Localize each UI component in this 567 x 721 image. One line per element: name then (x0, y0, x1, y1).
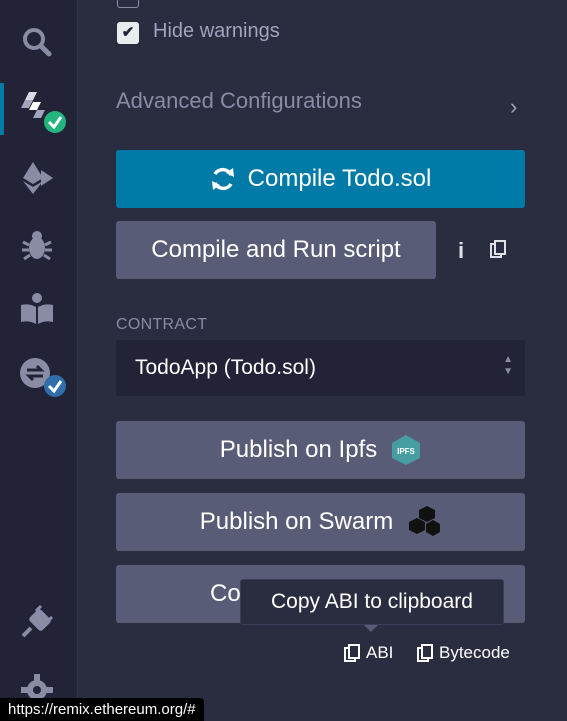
tooltip-arrow (364, 625, 378, 632)
checkbox-partial[interactable] (117, 0, 139, 8)
compilation-details-label: Co (210, 580, 241, 607)
publish-ipfs-button[interactable]: Publish on Ipfs IPFS (116, 421, 525, 479)
compile-button-label: Compile Todo.sol (247, 165, 432, 192)
compile-button[interactable]: Compile Todo.sol (116, 150, 525, 208)
contract-section-label: CONTRACT (116, 316, 208, 333)
copy-abi-tooltip: Copy ABI to clipboard (240, 579, 504, 625)
hide-warnings-label: Hide warnings (153, 20, 280, 42)
tooltip-text: Copy ABI to clipboard (271, 590, 473, 613)
solidity-compiler-icon[interactable] (19, 90, 66, 133)
select-arrows-icon: ▲ ▼ (503, 354, 513, 377)
status-bar-url: https://remix.ethereum.org/# (0, 698, 204, 721)
swarm-logo-icon (407, 505, 441, 539)
contract-select-value: TodoApp (Todo.sol) (135, 356, 316, 379)
compile-and-run-label: Compile and Run script (151, 236, 401, 263)
copy-bytecode-link[interactable]: Bytecode (417, 643, 510, 663)
learneth-book-icon[interactable] (19, 292, 55, 328)
ipfs-logo-icon: IPFS (391, 434, 421, 466)
debugger-icon[interactable] (19, 228, 55, 264)
copy-abi-link[interactable]: ABI (344, 643, 393, 663)
active-indicator (0, 83, 4, 135)
compile-and-run-button[interactable]: Compile and Run script (116, 221, 436, 279)
refresh-icon (210, 166, 236, 192)
publish-swarm-button[interactable]: Publish on Swarm (116, 493, 525, 551)
publish-swarm-label: Publish on Swarm (199, 508, 394, 535)
svg-text:IPFS: IPFS (397, 447, 415, 456)
copy-icon[interactable] (490, 240, 506, 263)
search-icon[interactable] (19, 24, 55, 60)
copy-icon (417, 644, 433, 662)
remixd-connect-icon[interactable] (19, 356, 66, 397)
plugin-manager-icon[interactable] (19, 604, 55, 640)
chevron-right-icon[interactable]: › (510, 94, 517, 120)
contract-select[interactable]: TodoApp (Todo.sol) ▲ ▼ (116, 340, 525, 396)
publish-ipfs-label: Publish on Ipfs (219, 436, 378, 463)
info-icon[interactable]: i (458, 238, 464, 264)
advanced-configurations-label[interactable]: Advanced Configurations (116, 88, 362, 114)
bytecode-label: Bytecode (439, 643, 510, 662)
deploy-run-icon[interactable] (19, 160, 55, 196)
icon-sidebar (0, 0, 78, 721)
hide-warnings-checkbox[interactable]: ✔ (117, 22, 139, 44)
copy-icon (344, 644, 360, 662)
abi-label: ABI (366, 643, 394, 662)
